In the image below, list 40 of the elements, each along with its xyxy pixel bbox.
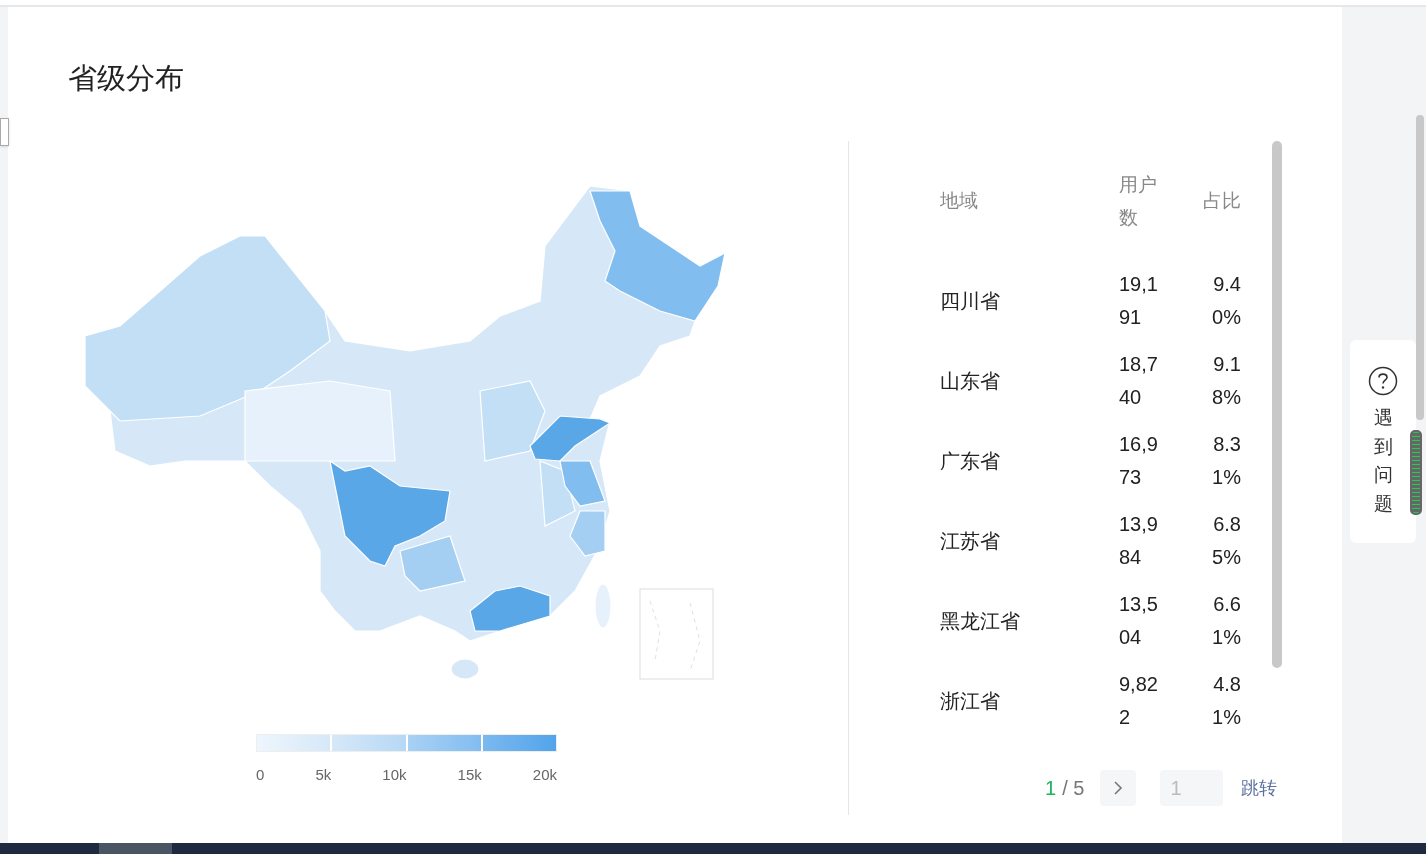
- current-page: 1: [1045, 776, 1057, 801]
- user-count-cell-text: 13,984: [1119, 512, 1159, 570]
- help-panel[interactable]: 遇到问题: [1350, 340, 1416, 543]
- page-scrollbar-thumb[interactable]: [1416, 115, 1424, 420]
- legend-tick-label: 0: [256, 765, 265, 785]
- column-header: 地域: [940, 188, 978, 213]
- legend-tick-label: 5k: [315, 765, 332, 785]
- section-title: 省级分布: [68, 61, 184, 96]
- total-pages: / 5: [1062, 776, 1085, 801]
- help-label: 遇到问题: [1373, 406, 1393, 516]
- share-cell-text: 6.85%: [1211, 512, 1241, 570]
- share-cell-text: 9.18%: [1211, 352, 1241, 410]
- legend-tick-label: 20k: [532, 765, 557, 785]
- scrollbar-thumb[interactable]: [1272, 141, 1282, 668]
- region-cell-text: 广东省: [940, 449, 1000, 474]
- taskbar-item[interactable]: [99, 843, 172, 854]
- user-count-cell-text: 18,740: [1119, 352, 1159, 410]
- region-cell-text: 浙江省: [940, 689, 1000, 714]
- next-page-button[interactable]: [1100, 770, 1137, 806]
- column-header: 用户数: [1119, 173, 1158, 230]
- user-count-cell-text: 9,822: [1119, 672, 1159, 730]
- region-cell-text: 江苏省: [940, 529, 1000, 554]
- region-cell-text: 四川省: [940, 289, 1000, 314]
- region-cell-text: 山东省: [940, 369, 1000, 394]
- jump-link[interactable]: 跳转: [1241, 774, 1278, 802]
- share-cell-text: 9.40%: [1211, 272, 1241, 330]
- region-cell-text: 黑龙江省: [940, 609, 1020, 634]
- chevron-right-icon: [1113, 780, 1124, 796]
- share-cell-text: 4.81%: [1211, 672, 1241, 730]
- user-count-cell-text: 16,973: [1119, 432, 1159, 490]
- meter-icon: [1410, 430, 1422, 515]
- side-tab[interactable]: [0, 118, 9, 146]
- question-icon: [1368, 366, 1398, 396]
- user-count-cell-text: 13,504: [1119, 592, 1159, 650]
- share-cell-text: 6.61%: [1211, 592, 1241, 650]
- user-count-cell-text: 19,191: [1119, 272, 1159, 330]
- legend-tick-label: 10k: [382, 765, 407, 785]
- share-cell-text: 8.31%: [1211, 432, 1241, 490]
- legend-tick-label: 15k: [457, 765, 482, 785]
- column-header: 占比: [1203, 188, 1241, 213]
